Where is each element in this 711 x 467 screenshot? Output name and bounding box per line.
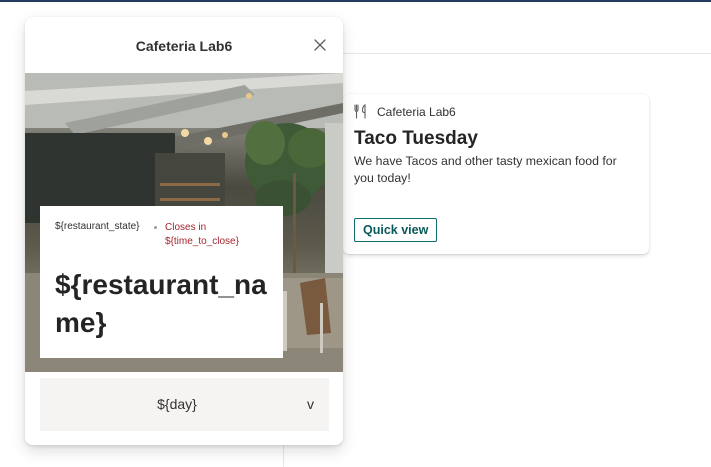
- background-divider: [283, 53, 711, 54]
- top-border: [0, 0, 711, 2]
- restaurant-name: ${restaurant_name}: [55, 269, 267, 338]
- cafeteria-card: Cafeteria Lab6 Taco Tuesday We have Taco…: [343, 94, 649, 254]
- fork-knife-icon: [354, 104, 366, 119]
- panel-title: Cafeteria Lab6: [135, 38, 233, 54]
- card-app-header: Cafeteria Lab6: [354, 104, 456, 119]
- chevron-down-icon: v: [307, 396, 314, 412]
- card-title: Taco Tuesday: [354, 128, 478, 149]
- day-label: ${day}: [157, 396, 197, 412]
- close-icon[interactable]: [312, 37, 328, 53]
- restaurant-info-card: ${restaurant_state} Closes in ${time_to_…: [40, 206, 283, 358]
- card-description: We have Tacos and other tasty mexican fo…: [354, 154, 617, 185]
- card-app-name: Cafeteria Lab6: [377, 104, 456, 119]
- restaurant-state: ${restaurant_state}: [55, 221, 140, 232]
- day-selector[interactable]: ${day} v: [40, 378, 329, 431]
- cafeteria-hero-image: ${restaurant_state} Closes in ${time_to_…: [25, 73, 343, 372]
- closing-time: Closes in ${time_to_close}: [165, 222, 239, 247]
- quick-view-panel: Cafeteria Lab6 ${restaurant_state} Close…: [25, 17, 343, 445]
- quick-view-button[interactable]: Quick view: [354, 218, 438, 242]
- separator-dot: [154, 226, 157, 229]
